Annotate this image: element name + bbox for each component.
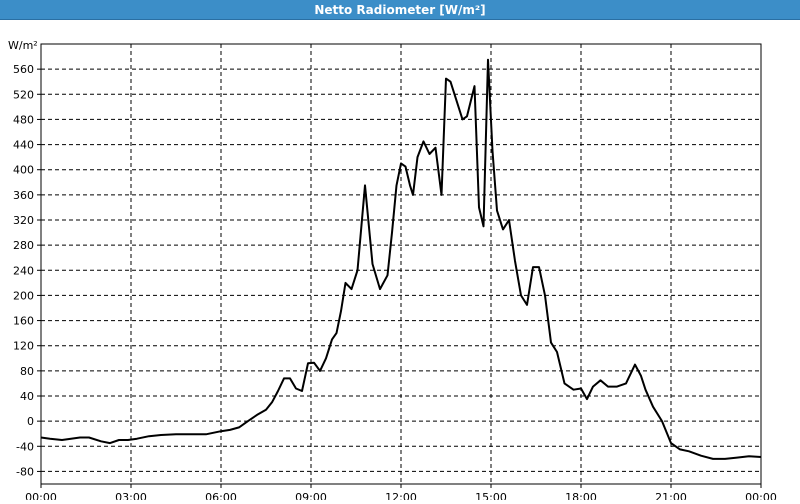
y-axis-label: W/m²: [8, 39, 38, 52]
y-tick-label: 120: [13, 340, 34, 353]
y-tick-label: 480: [13, 113, 34, 126]
y-tick-label: 280: [13, 239, 34, 252]
chart-area: -80 -40 0 40 80 120 160 200 240 280 320 360 400 440 48…: [0, 20, 800, 504]
y-tick-label: 80: [20, 365, 34, 378]
x-tick-time: 06:00: [205, 491, 237, 500]
y-tick-label: 520: [13, 88, 34, 101]
y-tick-label: 440: [13, 139, 34, 152]
x-tick-time: 00:00: [745, 491, 777, 500]
y-tick-label: 0: [27, 415, 34, 428]
y-tick-label: 320: [13, 214, 34, 227]
x-tick-time: 12:00: [385, 491, 417, 500]
x-tick-time: 09:00: [295, 491, 327, 500]
y-tick-label: 400: [13, 164, 34, 177]
y-axis-ticks: -80 -40 0 40 80 120 160 200 240 280 320 360 400 440 48…: [13, 63, 41, 478]
x-tick-time: 00:00: [25, 491, 57, 500]
y-tick-label: 360: [13, 189, 34, 202]
x-tick-time: 21:00: [655, 491, 687, 500]
x-tick-time: 15:00: [475, 491, 507, 500]
x-tick-time: 18:00: [565, 491, 597, 500]
window-title: Netto Radiometer [W/m²]: [0, 0, 800, 20]
x-axis-ticks: 00:0014.05.2103:0014.05.2106:0014.05.210…: [25, 484, 777, 504]
y-tick-label: -40: [16, 440, 34, 453]
y-tick-label: 240: [13, 264, 34, 277]
x-tick-time: 03:00: [115, 491, 147, 500]
y-tick-label: 40: [20, 390, 34, 403]
y-tick-label: 560: [13, 63, 34, 76]
y-tick-label: 200: [13, 289, 34, 302]
y-tick-label: 160: [13, 315, 34, 328]
line-chart: -80 -40 0 40 80 120 160 200 240 280 320 360 400 440 48…: [8, 39, 777, 504]
y-tick-label: -80: [16, 465, 34, 478]
